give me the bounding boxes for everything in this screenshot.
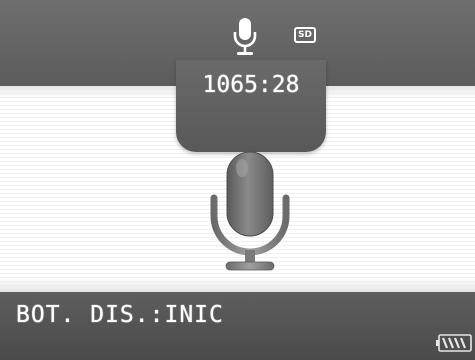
remaining-time: 1065:28 <box>202 72 300 98</box>
shutter-button-hint: BOT. DIS.:INIC <box>16 302 224 328</box>
battery-icon <box>436 334 472 352</box>
voice-recorder-screen: SD 1065:28 BOT. DIS.:INIC <box>0 0 475 360</box>
microphone-icon <box>233 18 257 55</box>
microphone-icon <box>210 151 290 271</box>
sd-card-badge: SD <box>294 27 316 43</box>
